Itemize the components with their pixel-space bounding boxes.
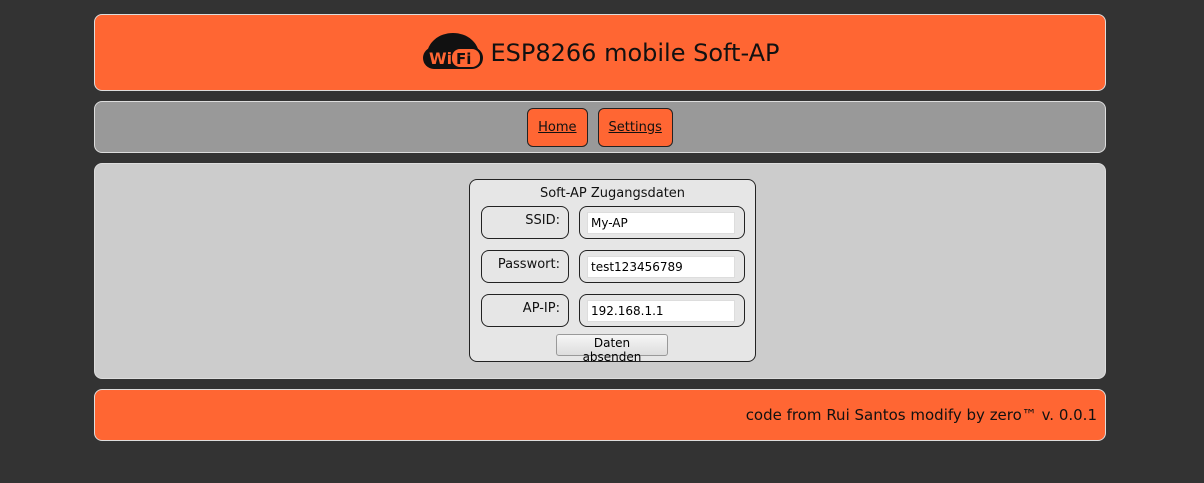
version-text: v. 0.0.1 (1036, 406, 1097, 424)
password-field-box (579, 250, 745, 283)
ap-ip-input[interactable] (587, 300, 735, 322)
submit-button[interactable]: Daten absenden (556, 334, 668, 364)
page-title: ESP8266 mobile Soft-AP (490, 38, 780, 67)
nav-home-link[interactable]: Home (527, 107, 588, 147)
form-title: Soft-AP Zugangsdaten (539, 186, 686, 201)
password-input[interactable] (587, 256, 735, 278)
footer-middle: modify by (905, 406, 990, 424)
svg-text:Wi: Wi (429, 49, 452, 68)
wifi-logo-icon: Wi Fi (422, 32, 483, 69)
soft-ap-form: Soft-AP Zugangsdaten SSID: Passwort: AP-… (469, 179, 756, 364)
ap-ip-field-box (579, 294, 745, 327)
ssid-label: SSID: (481, 206, 569, 239)
modifier-link[interactable]: zero™ (990, 406, 1037, 424)
nav-settings-link[interactable]: Settings (597, 107, 673, 147)
header: Wi Fi ESP8266 mobile Soft-AP (94, 14, 1106, 91)
svg-text:Fi: Fi (456, 50, 471, 68)
ssid-field-box (579, 206, 745, 239)
footer: code from Rui Santos modify by zero™ v. … (94, 389, 1106, 441)
password-label: Passwort: (481, 250, 569, 283)
ap-ip-label: AP-IP: (481, 294, 569, 327)
main-panel: Soft-AP Zugangsdaten SSID: Passwort: AP-… (94, 163, 1106, 379)
nav-bar: Home Settings (94, 101, 1106, 153)
author-link[interactable]: Rui Santos (826, 406, 905, 424)
ssid-input[interactable] (587, 212, 735, 234)
footer-prefix: code from (745, 406, 827, 424)
